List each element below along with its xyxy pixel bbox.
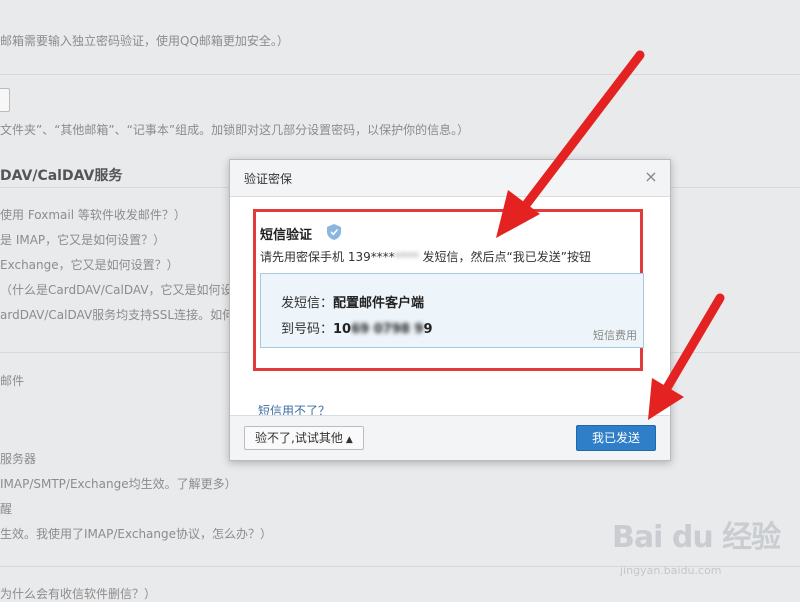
bg-text-line: （什么是CardDAV/CalDAV，它又是如何设 (0, 283, 233, 297)
bg-text-line: 为什么会有收信软件删信？） (0, 587, 157, 601)
sms-verify-title: 短信验证 (260, 228, 313, 243)
shield-icon (327, 224, 341, 240)
watermark-logo: Bai du 经验 (612, 520, 781, 555)
bg-checkbox (0, 88, 10, 112)
bg-text-line: 生效。我使用了IMAP/Exchange协议，怎么办？） (0, 527, 273, 541)
bg-text-line: 醒 (0, 502, 13, 516)
masked-number: 69 0798 9 (351, 322, 424, 337)
instruction-suffix: 发短信，然后点“我已发送”按钮 (418, 250, 591, 264)
send-value: 配置邮件客户端 (333, 296, 425, 311)
divider (0, 74, 800, 75)
verify-dialog: 验证密保 × 短信验证 请先用密保手机 139******** 发短信，然后点“… (229, 159, 671, 461)
i-have-sent-button[interactable]: 我已发送 (576, 425, 656, 451)
bg-text-line: Exchange，它又是如何设置？） (0, 258, 179, 272)
dialog-title: 验证密保 (244, 172, 293, 186)
send-label: 发短信： (281, 296, 334, 311)
close-icon[interactable]: × (642, 168, 660, 186)
bg-text-line: 服务器 (0, 452, 37, 466)
caret-up-icon: ▲ (345, 435, 353, 445)
masked-phone: **** (394, 250, 419, 264)
try-other-button[interactable]: 验不了,试试其他 ▲ (244, 426, 364, 450)
sms-instruction: 请先用密保手机 139******** 发短信，然后点“我已发送”按钮 (260, 248, 591, 265)
target-number-line: 到号码：1069 0798 99 (281, 318, 433, 337)
dialog-header: 验证密保 × (230, 160, 670, 197)
instruction-prefix: 请先用密保手机 139**** (260, 250, 395, 264)
bg-text-line: 是 IMAP，它又是如何设置？） (0, 233, 166, 247)
bg-text-line: ardDAV/CalDAV服务均支持SSL连接。如何 (0, 308, 235, 322)
try-other-label: 验不了,试试其他 (255, 431, 343, 445)
bg-text-line: 使用 Foxmail 等软件收发邮件？） (0, 208, 186, 222)
to-label: 到号码： (281, 322, 334, 337)
watermark-url: jingyan.baidu.com (620, 564, 722, 577)
bg-text-line: 邮箱需要输入独立密码验证，使用QQ邮箱更加安全。） (0, 34, 289, 48)
sms-fee-link[interactable]: 短信费用 (593, 327, 637, 343)
bg-section-heading: DAV/CalDAV服务 (0, 168, 123, 184)
bg-text-line: IMAP/SMTP/Exchange均生效。了解更多） (0, 477, 237, 491)
bg-text-line: 文件夹”、“其他邮箱”、“记事本”组成。加锁即对这几部分设置密码，以保护你的信息… (0, 123, 470, 137)
to-suffix: 9 (423, 322, 433, 337)
baidu-watermark: Bai du 经验 jingyan.baidu.com (612, 512, 781, 577)
send-content-line: 发短信：配置邮件客户端 (281, 292, 424, 311)
dialog-footer: 验不了,试试其他 ▲ 我已发送 (230, 415, 670, 460)
bg-text-line: 邮件 (0, 374, 25, 388)
to-prefix: 10 (333, 322, 352, 337)
sms-info-box: 发短信：配置邮件客户端 到号码：1069 0798 99 短信费用 (260, 273, 644, 348)
